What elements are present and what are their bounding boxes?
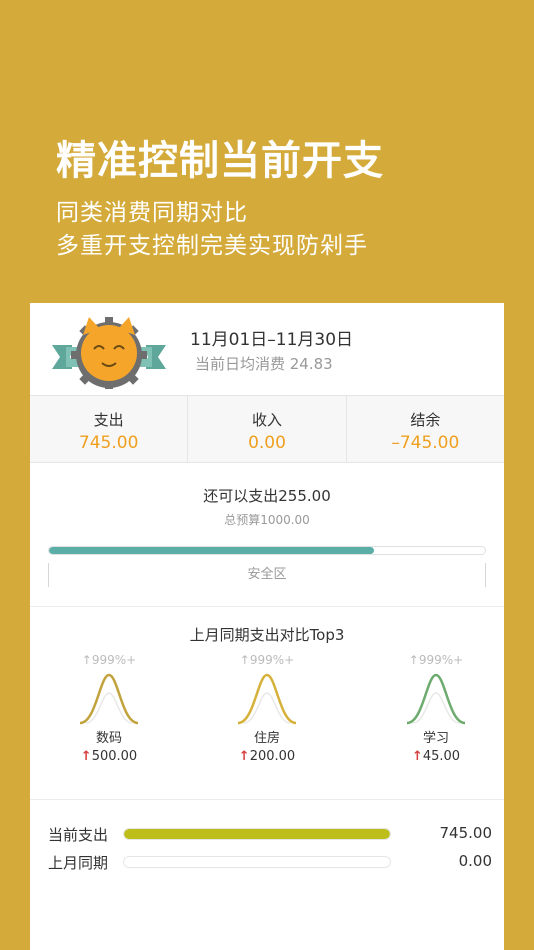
daily-average: 当前日均消费 24.83 bbox=[195, 355, 333, 373]
comparison-percent: ↑999%+ bbox=[81, 653, 137, 667]
stat-income[interactable]: 收入 0.00 bbox=[188, 396, 347, 462]
comparison-amount: ↑500.00 bbox=[80, 749, 138, 764]
hero-subtitle-1: 同类消费同期对比 bbox=[56, 200, 248, 226]
hero-subtitle-2: 多重开支控制完美实现防剁手 bbox=[56, 233, 368, 259]
last-period-row[interactable]: 上月同期 0.00 bbox=[48, 852, 492, 872]
comparison-item[interactable]: ↑999%+ 学习 ↑45.00 bbox=[376, 653, 496, 764]
up-arrow-icon: ↑ bbox=[238, 749, 250, 764]
up-arrow-icon: ↑ bbox=[81, 653, 92, 667]
budget-progress-fill bbox=[49, 547, 374, 554]
date-range: 11月01日–11月30日 bbox=[190, 330, 354, 350]
up-arrow-icon: ↑ bbox=[408, 653, 419, 667]
stat-value: 745.00 bbox=[78, 433, 139, 453]
stat-value: 0.00 bbox=[248, 433, 286, 453]
stat-expense[interactable]: 支出 745.00 bbox=[30, 396, 189, 462]
totals-section: 当前支出 745.00 上月同期 0.00 bbox=[30, 800, 504, 900]
up-arrow-icon: ↑ bbox=[411, 749, 423, 764]
stat-label: 收入 bbox=[251, 411, 282, 429]
up-arrow-icon: ↑ bbox=[80, 749, 92, 764]
current-expense-fill bbox=[124, 829, 390, 839]
comparison-amount: ↑45.00 bbox=[411, 749, 461, 764]
budget-remaining: 还可以支出255.00 bbox=[203, 487, 331, 505]
stat-value: –745.00 bbox=[391, 433, 460, 453]
last-period-label: 上月同期 bbox=[48, 854, 109, 872]
comparison-section: 上月同期支出对比Top3 ↑999%+ 数码 ↑500.00 ↑999%+ 住房… bbox=[30, 607, 504, 800]
current-expense-bar bbox=[123, 828, 391, 840]
bell-curve-icon bbox=[237, 673, 297, 725]
stat-balance[interactable]: 结余 –745.00 bbox=[347, 396, 504, 462]
safe-zone-label: 安全区 bbox=[48, 563, 486, 587]
current-expense-label: 当前支出 bbox=[48, 826, 109, 844]
budget-total: 总预算1000.00 bbox=[224, 513, 310, 527]
budget-progress-bar bbox=[48, 546, 486, 555]
comparison-name: 数码 bbox=[95, 731, 122, 746]
comparison-name: 学习 bbox=[422, 731, 449, 746]
last-period-bar bbox=[123, 856, 391, 868]
comparison-amount: ↑200.00 bbox=[238, 749, 296, 764]
comparison-item[interactable]: ↑999%+ 数码 ↑500.00 bbox=[49, 653, 169, 764]
up-arrow-icon: ↑ bbox=[239, 653, 250, 667]
stats-row: 支出 745.00 收入 0.00 结余 –745.00 bbox=[30, 395, 504, 463]
budget-card: 11月01日–11月30日 当前日均消费 24.83 支出 745.00 收入 … bbox=[30, 303, 504, 950]
stat-label: 结余 bbox=[410, 411, 441, 429]
comparison-percent: ↑999%+ bbox=[408, 653, 464, 667]
bell-curve-icon bbox=[79, 673, 139, 725]
cat-badge-icon bbox=[52, 317, 166, 389]
current-expense-value: 745.00 bbox=[439, 824, 493, 842]
comparison-title: 上月同期支出对比Top3 bbox=[189, 626, 345, 644]
current-expense-row[interactable]: 当前支出 745.00 bbox=[48, 824, 492, 844]
last-period-value: 0.00 bbox=[458, 852, 492, 870]
stat-label: 支出 bbox=[93, 411, 124, 429]
hero-title: 精准控制当前开支 bbox=[56, 138, 384, 184]
card-header: 11月01日–11月30日 当前日均消费 24.83 bbox=[30, 303, 504, 395]
comparison-percent: ↑999%+ bbox=[239, 653, 295, 667]
comparison-name: 住房 bbox=[253, 731, 280, 746]
bell-curve-icon bbox=[406, 673, 466, 725]
comparison-item[interactable]: ↑999%+ 住房 ↑200.00 bbox=[207, 653, 327, 764]
